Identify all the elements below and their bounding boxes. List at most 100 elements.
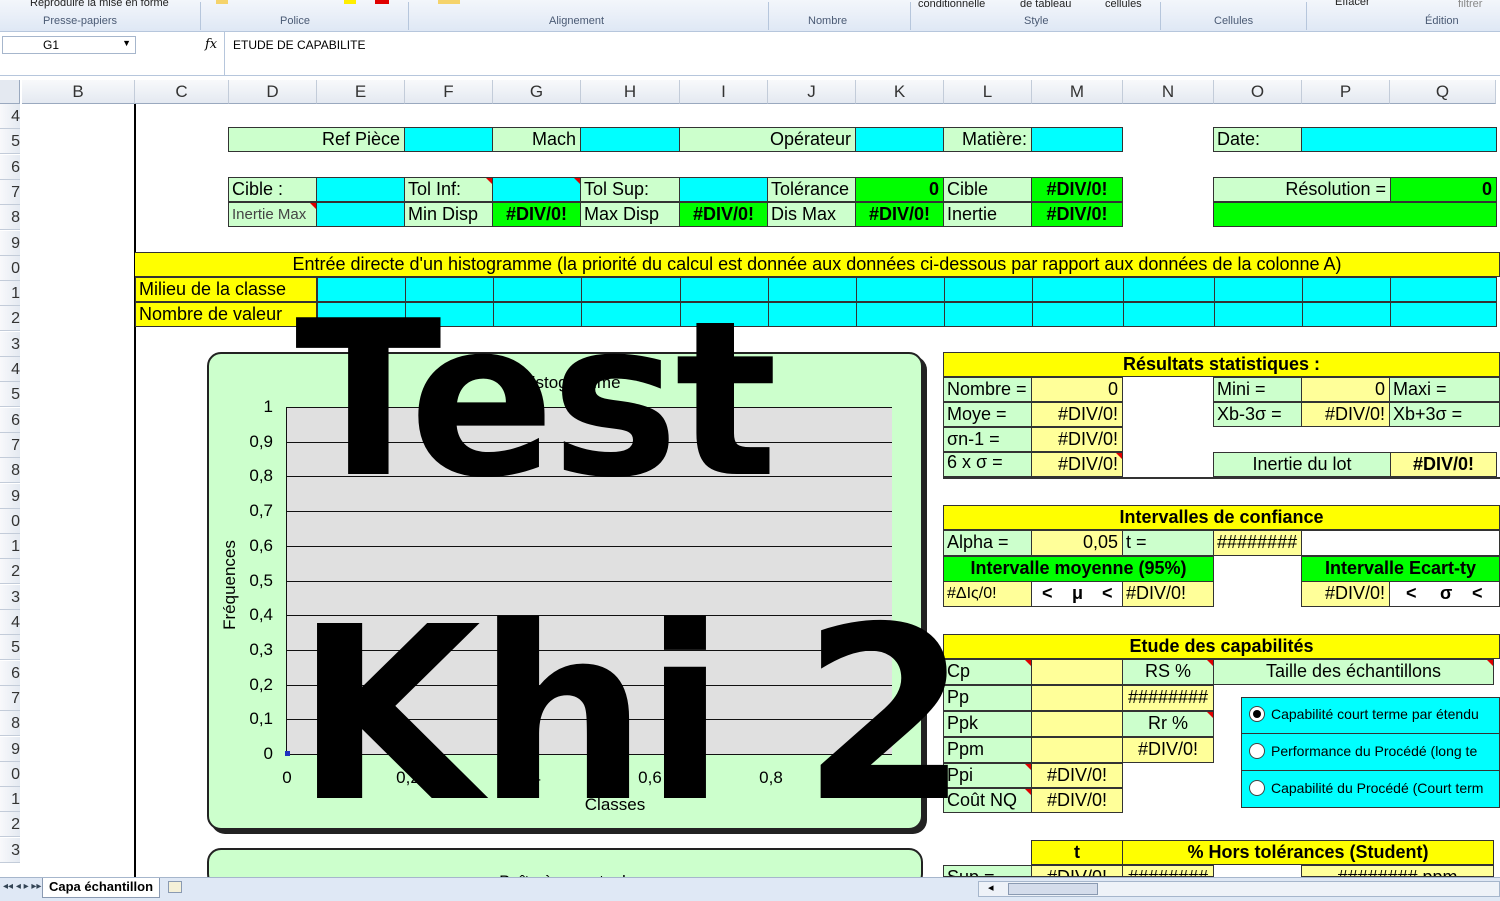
t-header[interactable]: t — [1031, 840, 1123, 865]
row-header[interactable]: 5 — [0, 129, 20, 155]
histogram-input-cell[interactable] — [1032, 277, 1124, 302]
nombre-value[interactable]: 0 — [1031, 377, 1123, 402]
formula-input[interactable]: ETUDE DE CAPABILITE — [224, 32, 1500, 76]
histogram-input-cell[interactable] — [944, 302, 1033, 327]
mach-cell[interactable] — [580, 127, 680, 152]
dis-max-value[interactable]: #DIV/0! — [855, 202, 944, 227]
histogram-input-cell[interactable] — [1390, 277, 1497, 302]
stats-title[interactable]: Résultats statistiques : — [943, 352, 1500, 377]
sup-ppm[interactable]: ######## ppm — [1301, 865, 1494, 877]
cible-label[interactable]: Cible : — [228, 177, 317, 202]
operator-label[interactable]: Opérateur — [679, 127, 856, 152]
row-header[interactable]: 6 — [0, 154, 20, 180]
cp-value[interactable] — [1031, 659, 1123, 685]
resolution-bar[interactable] — [1213, 202, 1497, 227]
column-header-O[interactable]: O — [1214, 80, 1302, 104]
histogram-input-cell[interactable] — [856, 277, 945, 302]
rr-label[interactable]: Rr % — [1122, 711, 1214, 737]
tolerance-value[interactable]: 0 — [855, 177, 944, 202]
row-header[interactable]: 6 — [0, 660, 20, 686]
histogram-input-cell[interactable] — [768, 302, 857, 327]
radio-icon[interactable] — [1249, 743, 1265, 760]
row-header[interactable]: 0 — [0, 761, 20, 787]
cible-cell[interactable] — [316, 177, 405, 202]
histogram-input-cell[interactable] — [1032, 302, 1124, 327]
pp-rs-value[interactable]: ######## — [1122, 685, 1214, 711]
ref-piece-label[interactable]: Ref Pièce — [228, 127, 405, 152]
material-label[interactable]: Matière: — [943, 127, 1032, 152]
option-court-terme[interactable]: Capabilité court terme par étendu — [1241, 697, 1500, 734]
clear-button[interactable]: Effacer — [1335, 0, 1370, 8]
moye-label[interactable]: Moye = — [943, 402, 1032, 427]
inertie-max-cell[interactable] — [316, 202, 405, 227]
radio-icon[interactable] — [1249, 780, 1265, 797]
column-header-J[interactable]: J — [768, 80, 856, 104]
sup-value[interactable]: #DIV/0! — [1031, 865, 1123, 877]
format-painter-button[interactable]: Reproduire la mise en forme — [30, 0, 169, 9]
nombre-valeur-label[interactable]: Nombre de valeur — [135, 302, 317, 327]
tol-inf-cell[interactable] — [492, 177, 581, 202]
radio-icon[interactable] — [1249, 706, 1265, 723]
row-header[interactable]: 2 — [0, 812, 20, 838]
six-sigma-label[interactable]: 6 x σ = — [943, 452, 1032, 477]
pp-value[interactable] — [1031, 685, 1123, 711]
select-all-corner[interactable] — [0, 80, 20, 104]
cible2-value[interactable]: #DIV/0! — [1031, 177, 1123, 202]
histogram-input-cell[interactable] — [944, 277, 1033, 302]
row-header[interactable]: 2 — [0, 559, 20, 585]
inertie-lot-label[interactable]: Inertie du lot — [1213, 452, 1391, 477]
row-header[interactable]: 4 — [0, 104, 20, 129]
histogram-input-cell[interactable] — [1123, 302, 1215, 327]
filter-button[interactable]: filtrer — [1458, 0, 1482, 10]
material-cell[interactable] — [1031, 127, 1123, 152]
histogram-input-cell[interactable] — [856, 302, 945, 327]
row-header[interactable]: 1 — [0, 787, 20, 813]
moye-value[interactable]: #DIV/0! — [1031, 402, 1123, 427]
row-header[interactable]: 3 — [0, 331, 20, 357]
histogram-input-cell[interactable] — [1123, 277, 1215, 302]
scroll-left-icon[interactable]: ◂ — [988, 881, 994, 894]
row-header[interactable]: 3 — [0, 584, 20, 610]
sigma-value[interactable]: #DIV/0! — [1031, 427, 1123, 452]
column-header-F[interactable]: F — [405, 80, 493, 104]
row-header[interactable]: 8 — [0, 205, 20, 231]
alpha-value[interactable]: 0,05 — [1031, 530, 1123, 556]
option-capabilite[interactable]: Capabilité du Procédé (Court term — [1241, 771, 1500, 808]
row-header[interactable]: 0 — [0, 508, 20, 534]
wrap-icon[interactable] — [438, 0, 460, 4]
sup-pct[interactable]: ######## — [1122, 865, 1214, 877]
option-performance[interactable]: Performance du Procédé (long te — [1241, 734, 1500, 771]
histogram-input-cell[interactable] — [1214, 277, 1303, 302]
maxi-label[interactable]: Maxi = — [1389, 377, 1500, 402]
row-header[interactable]: 8 — [0, 458, 20, 484]
ppm-value[interactable] — [1031, 737, 1123, 763]
tab-capa-echantillon[interactable]: Capa échantillon — [42, 878, 160, 898]
operator-cell[interactable] — [855, 127, 944, 152]
tab-nav-arrows-icon[interactable]: ◂◂ ◂ ▸ ▸▸ — [3, 881, 41, 892]
row-header[interactable]: 5 — [0, 382, 20, 408]
histogram-input-cell[interactable] — [768, 277, 857, 302]
nombre-label[interactable]: Nombre = — [943, 377, 1032, 402]
fx-icon[interactable]: fx — [205, 37, 217, 52]
date-label[interactable]: Date: — [1213, 127, 1302, 152]
row-header[interactable]: 0 — [0, 255, 20, 281]
column-header-N[interactable]: N — [1123, 80, 1214, 104]
row-header[interactable]: 7 — [0, 179, 20, 205]
cout-value[interactable]: #DIV/0! — [1031, 788, 1123, 813]
chevron-down-icon[interactable]: ▼ — [122, 38, 131, 48]
confidence-title[interactable]: Intervalles de confiance — [943, 505, 1500, 530]
column-header-K[interactable]: K — [856, 80, 944, 104]
column-header-P[interactable]: P — [1302, 80, 1390, 104]
sigma-label[interactable]: σn-1 = — [943, 427, 1032, 452]
min-disp-value[interactable]: #DIV/0! — [492, 202, 581, 227]
resolution-label[interactable]: Résolution = — [1213, 177, 1391, 202]
column-header-D[interactable]: D — [229, 80, 317, 104]
conditional-format-button[interactable]: conditionnelle — [918, 0, 985, 10]
tol-sup-cell[interactable] — [679, 177, 768, 202]
resolution-value[interactable]: 0 — [1390, 177, 1497, 202]
font-color-icon[interactable] — [216, 0, 228, 4]
row-header[interactable]: 9 — [0, 736, 20, 762]
dis-max-label[interactable]: Dis Max — [767, 202, 856, 227]
row-header[interactable]: 7 — [0, 432, 20, 458]
tol-sup-label[interactable]: Tol Sup: — [580, 177, 680, 202]
